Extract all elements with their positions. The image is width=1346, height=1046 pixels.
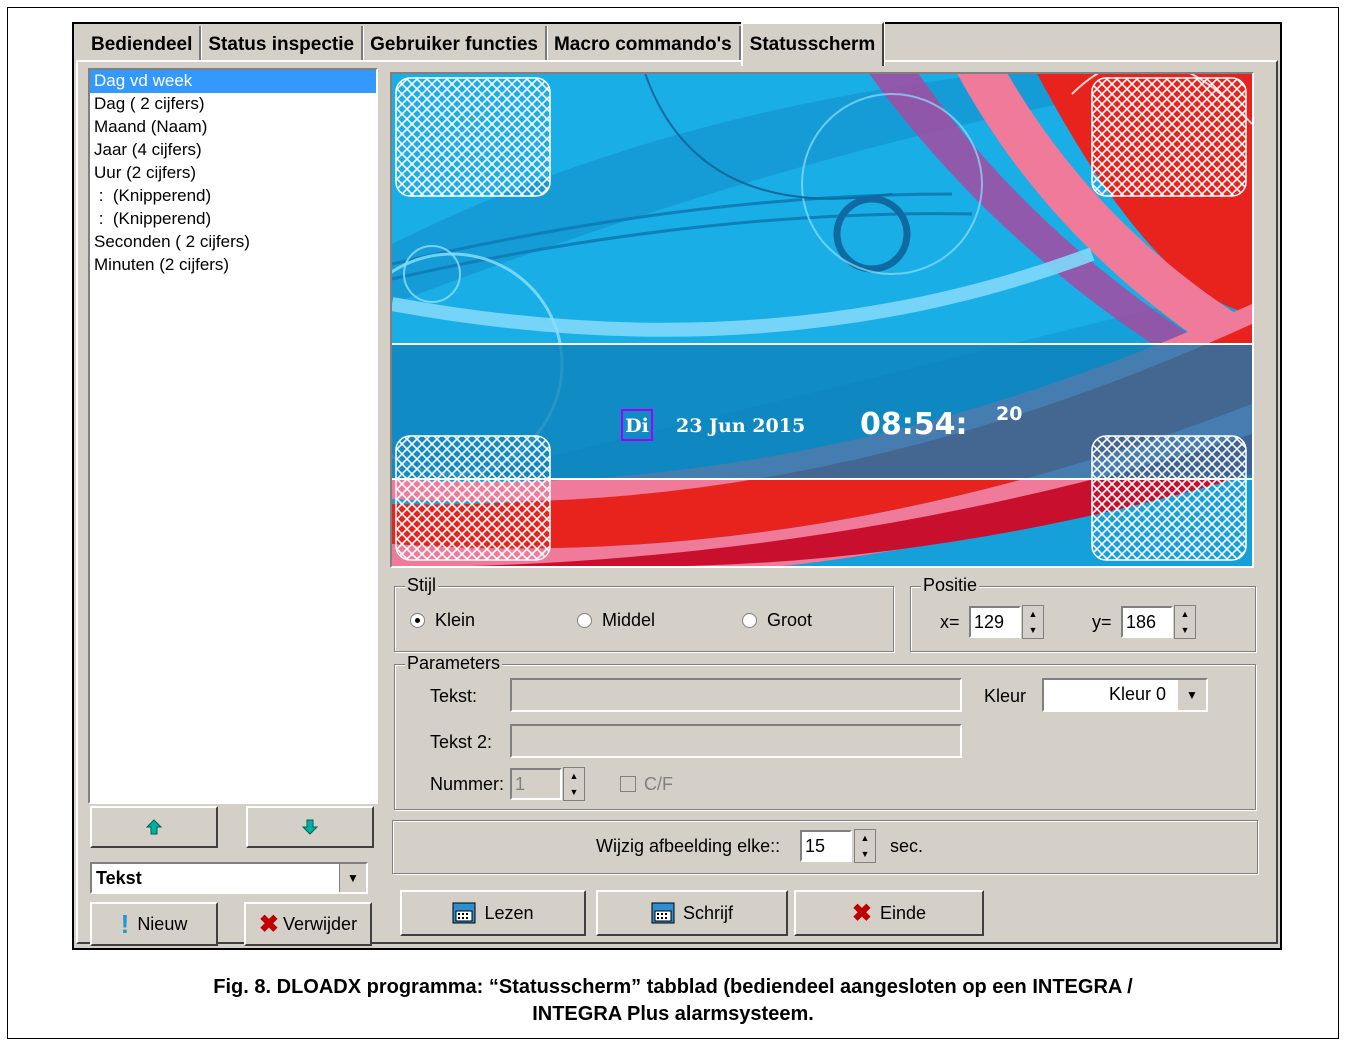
radio-groot[interactable]: Groot [742,610,812,631]
kleur-value: Kleur 0 [1108,684,1166,704]
lezen-button[interactable]: Lezen [400,890,586,936]
verwijder-label: Verwijder [283,913,358,934]
preview-background: Di 23 Jun 2015 08:54: 20 [392,74,1252,566]
stijl-label: Stijl [405,575,439,596]
arrow-down-icon [301,819,319,835]
radio-klein[interactable]: Klein [410,610,475,631]
radio-middel[interactable]: Middel [577,610,655,631]
nummer-input[interactable]: 1 [510,768,562,800]
list-item[interactable]: Seconden ( 2 cijfers) [90,231,376,254]
close-icon: ✖ [851,899,873,927]
list-item[interactable]: Dag ( 2 cijfers) [90,93,376,116]
tab-status-inspectie[interactable]: Status inspectie [201,26,364,62]
x-spinner[interactable]: ▲ ▼ [1022,605,1044,639]
radio-klein-label: Klein [435,610,476,630]
dloadx-window: Bediendeel Status inspectie Gebruiker fu… [72,22,1282,950]
move-down-button[interactable] [246,806,374,848]
radio-circle [410,613,425,628]
list-item[interactable]: Minuten (2 cijfers) [90,254,376,277]
list-item[interactable]: : (Knipperend) [90,208,376,231]
cf-checkbox[interactable] [620,776,636,792]
arrow-up-icon [145,819,163,835]
delete-x-icon: ✖ [258,910,280,938]
kleur-select[interactable]: Kleur 0 ▼ [1042,678,1208,712]
wijzig-input[interactable]: 15 [800,830,852,862]
chevron-down-icon[interactable]: ▼ [339,864,366,892]
cf-label: C/F [644,774,673,794]
preview-date[interactable]: 23 Jun 2015 [676,415,805,437]
tab-strip: Bediendeel Status inspectie Gebruiker fu… [84,22,885,66]
element-list[interactable]: Dag vd week Dag ( 2 cijfers) Maand (Naam… [88,68,378,804]
element-type-value: Tekst [96,868,142,888]
y-position-input[interactable]: 186 [1121,606,1173,638]
wijzig-spinner[interactable]: ▲ ▼ [854,829,876,863]
y-label: y= [1092,612,1112,632]
tekst2-field[interactable] [510,724,962,758]
einde-button[interactable]: ✖ Einde [794,890,984,936]
read-icon [452,902,476,924]
list-item[interactable]: : (Knipperend) [90,185,376,208]
radio-middel-label: Middel [602,610,656,630]
schrijf-button[interactable]: Schrijf [596,890,788,936]
nieuw-label: Nieuw [137,913,188,934]
einde-label: Einde [880,902,927,923]
wijzig-unit: sec. [890,836,924,856]
preview-day[interactable]: Di [625,415,649,437]
tab-statusscherm[interactable]: Statusscherm [740,22,885,66]
preview-time[interactable]: 08:54: [860,407,968,442]
positie-group: Positie [910,575,1256,652]
nummer-label: Nummer: [430,774,505,794]
tekst-field[interactable] [510,678,962,712]
preview-seconds[interactable]: 20 [996,403,1022,425]
tekst-label: Tekst: [430,686,478,706]
y-spinner[interactable]: ▲ ▼ [1174,605,1196,639]
radio-circle [742,613,757,628]
tab-gebruiker-functies[interactable]: Gebruiker functies [363,26,547,62]
list-item[interactable]: Maand (Naam) [90,116,376,139]
x-label: x= [940,612,960,632]
list-item[interactable]: Uur (2 cijfers) [90,162,376,185]
tab-bediendeel[interactable]: Bediendeel [84,26,202,62]
radio-groot-label: Groot [767,610,813,630]
chevron-down-icon[interactable]: ▼ [1178,680,1206,710]
lezen-label: Lezen [484,902,534,923]
nieuw-button[interactable]: ! Nieuw [90,902,218,946]
tab-macro-commandos[interactable]: Macro commando's [547,26,741,62]
parameters-label: Parameters [405,653,503,674]
move-up-button[interactable] [90,806,218,848]
tekst2-label: Tekst 2: [430,732,493,752]
exclamation-icon: ! [120,908,130,939]
schrijf-label: Schrijf [682,902,733,923]
positie-label: Positie [921,575,980,596]
list-item[interactable]: Jaar (4 cijfers) [90,139,376,162]
wijzig-label: Wijzig afbeelding elke:: [596,836,781,856]
radio-circle [577,613,592,628]
figure-caption-line1: Fig. 8. DLOADX programma: “Statusscherm”… [213,976,1133,998]
element-type-select[interactable]: Tekst ▼ [90,862,368,894]
kleur-label: Kleur [984,686,1027,706]
figure-caption-line2: INTEGRA Plus alarmsysteem. [532,1003,814,1025]
write-icon [651,902,675,924]
nummer-spinner[interactable]: ▲ ▼ [563,767,585,801]
verwijder-button[interactable]: ✖ Verwijder [244,902,372,946]
x-position-input[interactable]: 129 [969,606,1021,638]
list-item[interactable]: Dag vd week [90,70,376,93]
status-screen-preview[interactable]: Di 23 Jun 2015 08:54: 20 [390,72,1254,568]
